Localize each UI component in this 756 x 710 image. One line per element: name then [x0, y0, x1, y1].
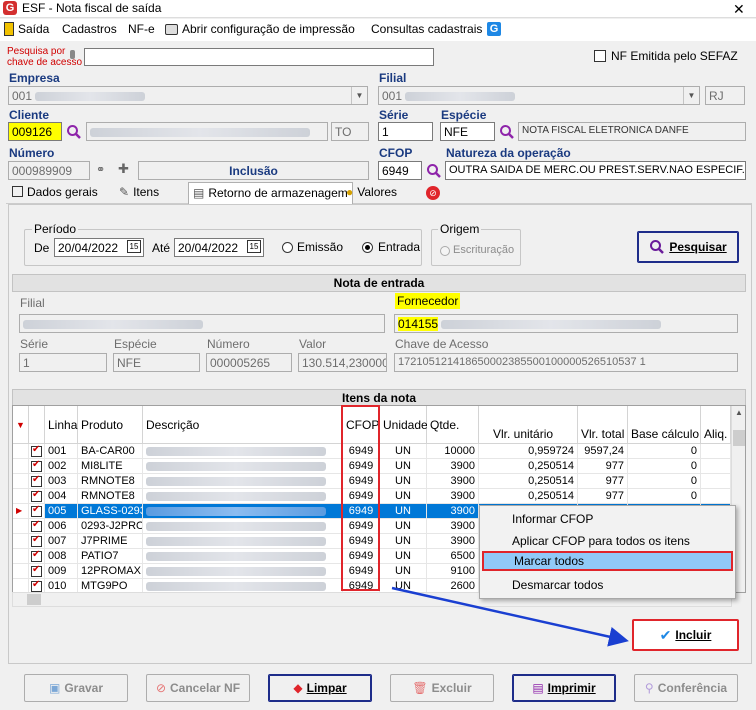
conferencia-button[interactable]: ⚲ Conferência — [634, 674, 738, 702]
checkmark-icon: ✔ — [659, 626, 672, 643]
eraser-icon: ◆ — [293, 681, 303, 695]
limpar-button[interactable]: ◆ Limpar — [268, 674, 372, 702]
pointer-arrow — [391, 586, 629, 647]
excluir-button[interactable]: 🗑 Excluir — [390, 674, 494, 702]
search-icon: ⚲ — [644, 681, 654, 695]
printer-icon: ▤ — [532, 681, 544, 695]
trash-icon: 🗑 — [412, 681, 428, 695]
incluir-button[interactable]: ✔ Incluir — [632, 619, 739, 651]
save-icon: ▣ — [48, 681, 61, 695]
cancel-icon: ⊘ — [155, 681, 167, 695]
imprimir-button[interactable]: ▤ Imprimir — [512, 674, 616, 702]
gravar-button[interactable]: ▣ Gravar — [24, 674, 128, 702]
cancelar-nf-button[interactable]: ⊘ Cancelar NF — [146, 674, 250, 702]
